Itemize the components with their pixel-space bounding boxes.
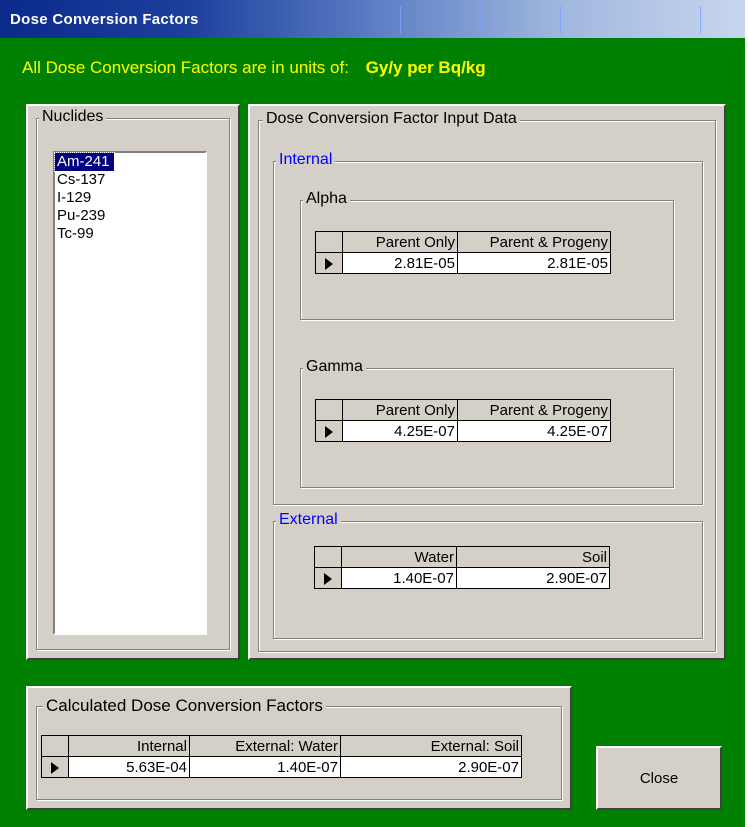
row-selector[interactable] [314, 567, 342, 589]
list-item[interactable]: Pu-239 [55, 207, 205, 225]
input-data-panel: Dose Conversion Factor Input Data Intern… [248, 104, 726, 660]
grid-corner [315, 231, 343, 253]
column-header: Parent & Progeny [457, 399, 611, 421]
calculated-legend: Calculated Dose Conversion Factors [43, 696, 326, 716]
list-item[interactable]: Tc-99 [55, 225, 205, 243]
close-button[interactable]: Close [596, 746, 722, 810]
column-header: Parent & Progeny [457, 231, 611, 253]
title-bar[interactable]: Dose Conversion Factors [0, 0, 745, 38]
grid-cell[interactable]: 4.25E-07 [342, 420, 458, 442]
alpha-group: Alpha Parent Only Parent & Progeny 2.81E… [300, 190, 674, 320]
gamma-grid: Parent Only Parent & Progeny 4.25E-07 4.… [315, 399, 611, 442]
grid-cell[interactable]: 2.90E-07 [456, 567, 610, 589]
column-header: Internal [68, 735, 190, 757]
row-pointer-icon [324, 572, 332, 585]
column-header: Parent Only [342, 231, 458, 253]
row-pointer-icon [51, 761, 59, 774]
title-decoration [400, 6, 401, 34]
external-group: External Water Soil 1.40E-07 2.90E-07 [273, 511, 703, 639]
column-header: External: Water [189, 735, 341, 757]
grid-corner [314, 546, 342, 568]
title-decoration [480, 6, 481, 34]
column-header: External: Soil [340, 735, 522, 757]
alpha-grid: Parent Only Parent & Progeny 2.81E-05 2.… [315, 231, 611, 274]
units-value: Gy/y per Bq/kg [365, 58, 486, 77]
nuclides-panel: Nuclides Am-241 Cs-137 I-129 Pu-239 Tc-9… [26, 104, 240, 660]
row-selector[interactable] [315, 252, 343, 274]
input-data-legend: Dose Conversion Factor Input Data [263, 110, 520, 128]
dose-conversion-window: Dose Conversion Factors All Dose Convers… [0, 0, 745, 827]
grid-corner [315, 399, 343, 421]
external-legend: External [276, 511, 341, 529]
grid-corner [41, 735, 69, 757]
grid-cell[interactable]: 1.40E-07 [341, 567, 457, 589]
alpha-legend: Alpha [303, 190, 350, 208]
grid-cell[interactable]: 5.63E-04 [68, 756, 190, 778]
internal-legend: Internal [276, 151, 336, 169]
calculated-grid: Internal External: Water External: Soil … [41, 735, 522, 778]
list-item[interactable]: Cs-137 [55, 171, 205, 189]
grid-cell[interactable]: 2.81E-05 [457, 252, 611, 274]
gamma-legend: Gamma [303, 358, 366, 376]
gamma-group: Gamma Parent Only Parent & Progeny 4.25E… [300, 358, 674, 488]
row-selector[interactable] [315, 420, 343, 442]
list-item[interactable]: I-129 [55, 189, 205, 207]
row-pointer-icon [325, 257, 333, 270]
internal-group: Internal Alpha Parent Only Parent & Prog… [273, 151, 703, 505]
title-decoration [700, 6, 701, 34]
column-header: Soil [456, 546, 610, 568]
nuclides-listbox[interactable]: Am-241 Cs-137 I-129 Pu-239 Tc-99 [53, 151, 207, 635]
calculated-group: Calculated Dose Conversion Factors Inter… [36, 696, 562, 800]
row-pointer-icon [325, 425, 333, 438]
column-header: Parent Only [342, 399, 458, 421]
list-item[interactable]: Am-241 [54, 152, 115, 172]
units-label: All Dose Conversion Factors are in units… [22, 58, 349, 77]
row-selector[interactable] [41, 756, 69, 778]
units-statement: All Dose Conversion Factors are in units… [22, 58, 486, 78]
nuclides-group: Nuclides Am-241 Cs-137 I-129 Pu-239 Tc-9… [36, 108, 230, 650]
nuclides-legend: Nuclides [39, 108, 107, 126]
title-decoration [560, 6, 561, 34]
external-grid: Water Soil 1.40E-07 2.90E-07 [314, 546, 610, 589]
grid-cell[interactable]: 4.25E-07 [457, 420, 611, 442]
calculated-panel: Calculated Dose Conversion Factors Inter… [26, 686, 572, 810]
grid-cell[interactable]: 2.90E-07 [340, 756, 522, 778]
column-header: Water [341, 546, 457, 568]
grid-cell[interactable]: 1.40E-07 [189, 756, 341, 778]
input-data-group: Dose Conversion Factor Input Data Intern… [258, 110, 716, 652]
grid-cell[interactable]: 2.81E-05 [342, 252, 458, 274]
window-title: Dose Conversion Factors [10, 11, 199, 28]
